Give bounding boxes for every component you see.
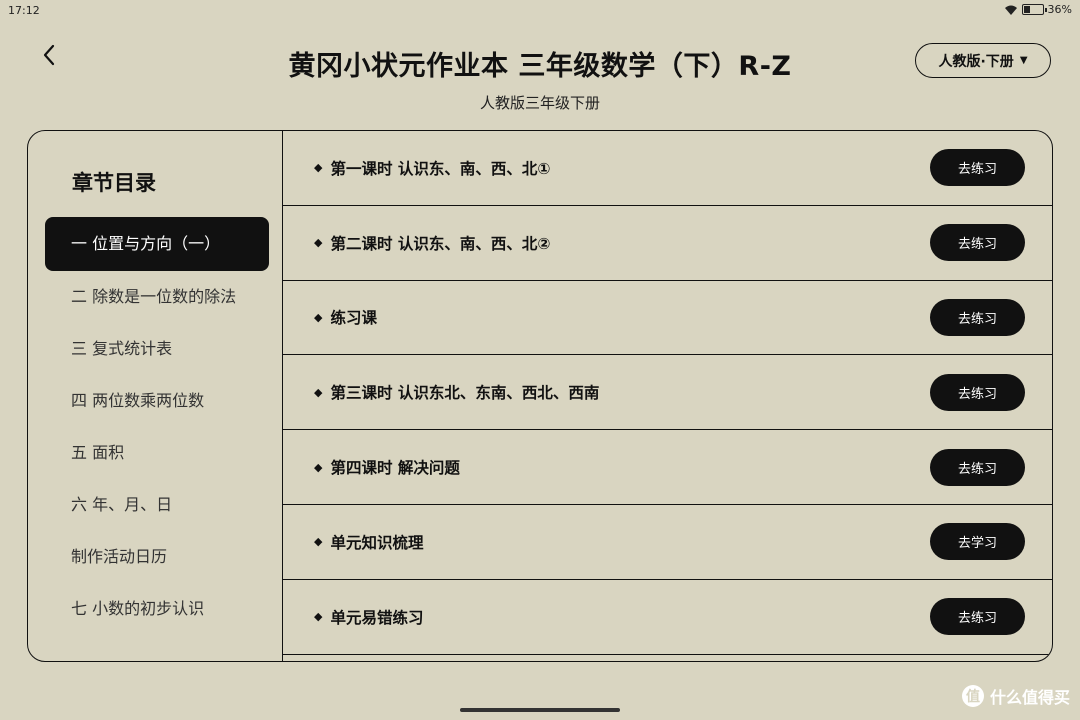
edition-select[interactable]: 人教版·下册 ▼ xyxy=(915,43,1051,78)
edition-select-label: 人教版·下册 xyxy=(938,53,1014,70)
study-button[interactable]: 去学习 xyxy=(930,523,1025,561)
lesson-label: ◆ 第三课时 认识东北、东南、西北、西南 xyxy=(314,381,599,403)
caret-down-icon: ▼ xyxy=(1019,55,1028,66)
diamond-bullet-icon: ◆ xyxy=(314,236,323,250)
lesson-title: 第一课时 认识东、南、西、北① xyxy=(330,159,551,178)
chapter-item-4[interactable]: 四 两位数乘两位数 xyxy=(45,375,269,427)
practice-button[interactable]: 去练习 xyxy=(930,149,1025,187)
practice-button[interactable]: 去练习 xyxy=(930,598,1025,636)
diamond-bullet-icon: ◆ xyxy=(314,535,323,549)
battery-percent: 36% xyxy=(1047,3,1072,16)
lesson-title: 练习课 xyxy=(330,309,377,328)
watermark: 值 什么值得买 xyxy=(961,684,1070,708)
lesson-label: ◆ 第四课时 解决问题 xyxy=(314,456,460,478)
lesson-label: ◆ 单元易错练习 xyxy=(314,606,423,628)
lesson-row: ◆ 单元易错练习 去练习 xyxy=(283,580,1052,655)
practice-button[interactable]: 去练习 xyxy=(930,224,1025,262)
lesson-list: ◆ 第一课时 认识东、南、西、北① 去练习 ◆ 第二课时 认识东、南、西、北② 去练… xyxy=(283,131,1052,655)
lesson-row: ◆ 第四课时 解决问题 去练习 xyxy=(283,430,1052,505)
lesson-title: 第四课时 解决问题 xyxy=(330,459,460,478)
lesson-title: 第三课时 认识东北、东南、西北、西南 xyxy=(330,384,600,403)
page-subtitle: 人教版三年级下册 xyxy=(479,94,600,112)
status-bar: 17:12 36% xyxy=(0,0,1080,22)
home-indicator[interactable] xyxy=(460,708,620,712)
content-panel: 章节目录 一 位置与方向（一） 二 除数是一位数的除法 三 复式统计表 四 两位… xyxy=(27,130,1053,662)
lesson-title: 单元易错练习 xyxy=(330,608,424,627)
practice-button[interactable]: 去练习 xyxy=(930,448,1025,486)
watermark-text: 什么值得买 xyxy=(989,688,1070,707)
diamond-bullet-icon: ◆ xyxy=(314,460,323,474)
lesson-row: ◆ 第一课时 认识东、南、西、北① 去练习 xyxy=(283,131,1052,206)
lesson-label: ◆ 单元知识梳理 xyxy=(314,531,423,553)
chapter-item-2[interactable]: 二 除数是一位数的除法 xyxy=(45,271,269,323)
diamond-bullet-icon: ◆ xyxy=(314,310,323,324)
lesson-title: 第二课时 认识东、南、西、北② xyxy=(330,234,551,253)
diamond-bullet-icon: ◆ xyxy=(314,385,323,399)
wifi-icon xyxy=(1004,5,1017,15)
chapter-item-6[interactable]: 六 年、月、日 xyxy=(45,479,269,531)
chapter-list: 一 位置与方向（一） 二 除数是一位数的除法 三 复式统计表 四 两位数乘两位数… xyxy=(45,217,269,635)
diamond-bullet-icon: ◆ xyxy=(314,161,323,175)
lesson-row: ◆ 练习课 去练习 xyxy=(283,281,1052,356)
status-indicators: 36% xyxy=(1004,3,1072,16)
lesson-label: ◆ 第一课时 认识东、南、西、北① xyxy=(314,157,551,179)
sidebar-title: 章节目录 xyxy=(72,171,156,195)
diamond-bullet-icon: ◆ xyxy=(314,610,323,624)
lesson-row: ◆ 单元知识梳理 去学习 xyxy=(283,505,1052,580)
watermark-logo: 值 xyxy=(961,685,984,707)
practice-button[interactable]: 去练习 xyxy=(930,373,1025,411)
chapter-item-3[interactable]: 三 复式统计表 xyxy=(45,323,269,375)
chapter-item-1[interactable]: 一 位置与方向（一） xyxy=(45,217,269,271)
lesson-row: ◆ 第二课时 认识东、南、西、北② 去练习 xyxy=(283,206,1052,281)
chapter-sidebar: 章节目录 一 位置与方向（一） 二 除数是一位数的除法 三 复式统计表 四 两位… xyxy=(28,131,283,661)
practice-button[interactable]: 去练习 xyxy=(930,298,1025,336)
lesson-row: ◆ 第三课时 认识东北、东南、西北、西南 去练习 xyxy=(283,355,1052,431)
lesson-label: ◆ 练习课 xyxy=(314,306,377,328)
battery-icon xyxy=(1021,4,1047,15)
chapter-item-activity[interactable]: 制作活动日历 xyxy=(45,531,269,583)
chapter-item-5[interactable]: 五 面积 xyxy=(45,427,269,479)
lesson-label: ◆ 第二课时 认识东、南、西、北② xyxy=(314,232,551,254)
status-time: 17:12 xyxy=(8,4,40,17)
chapter-item-7[interactable]: 七 小数的初步认识 xyxy=(45,583,269,635)
lesson-title: 单元知识梳理 xyxy=(330,533,424,552)
